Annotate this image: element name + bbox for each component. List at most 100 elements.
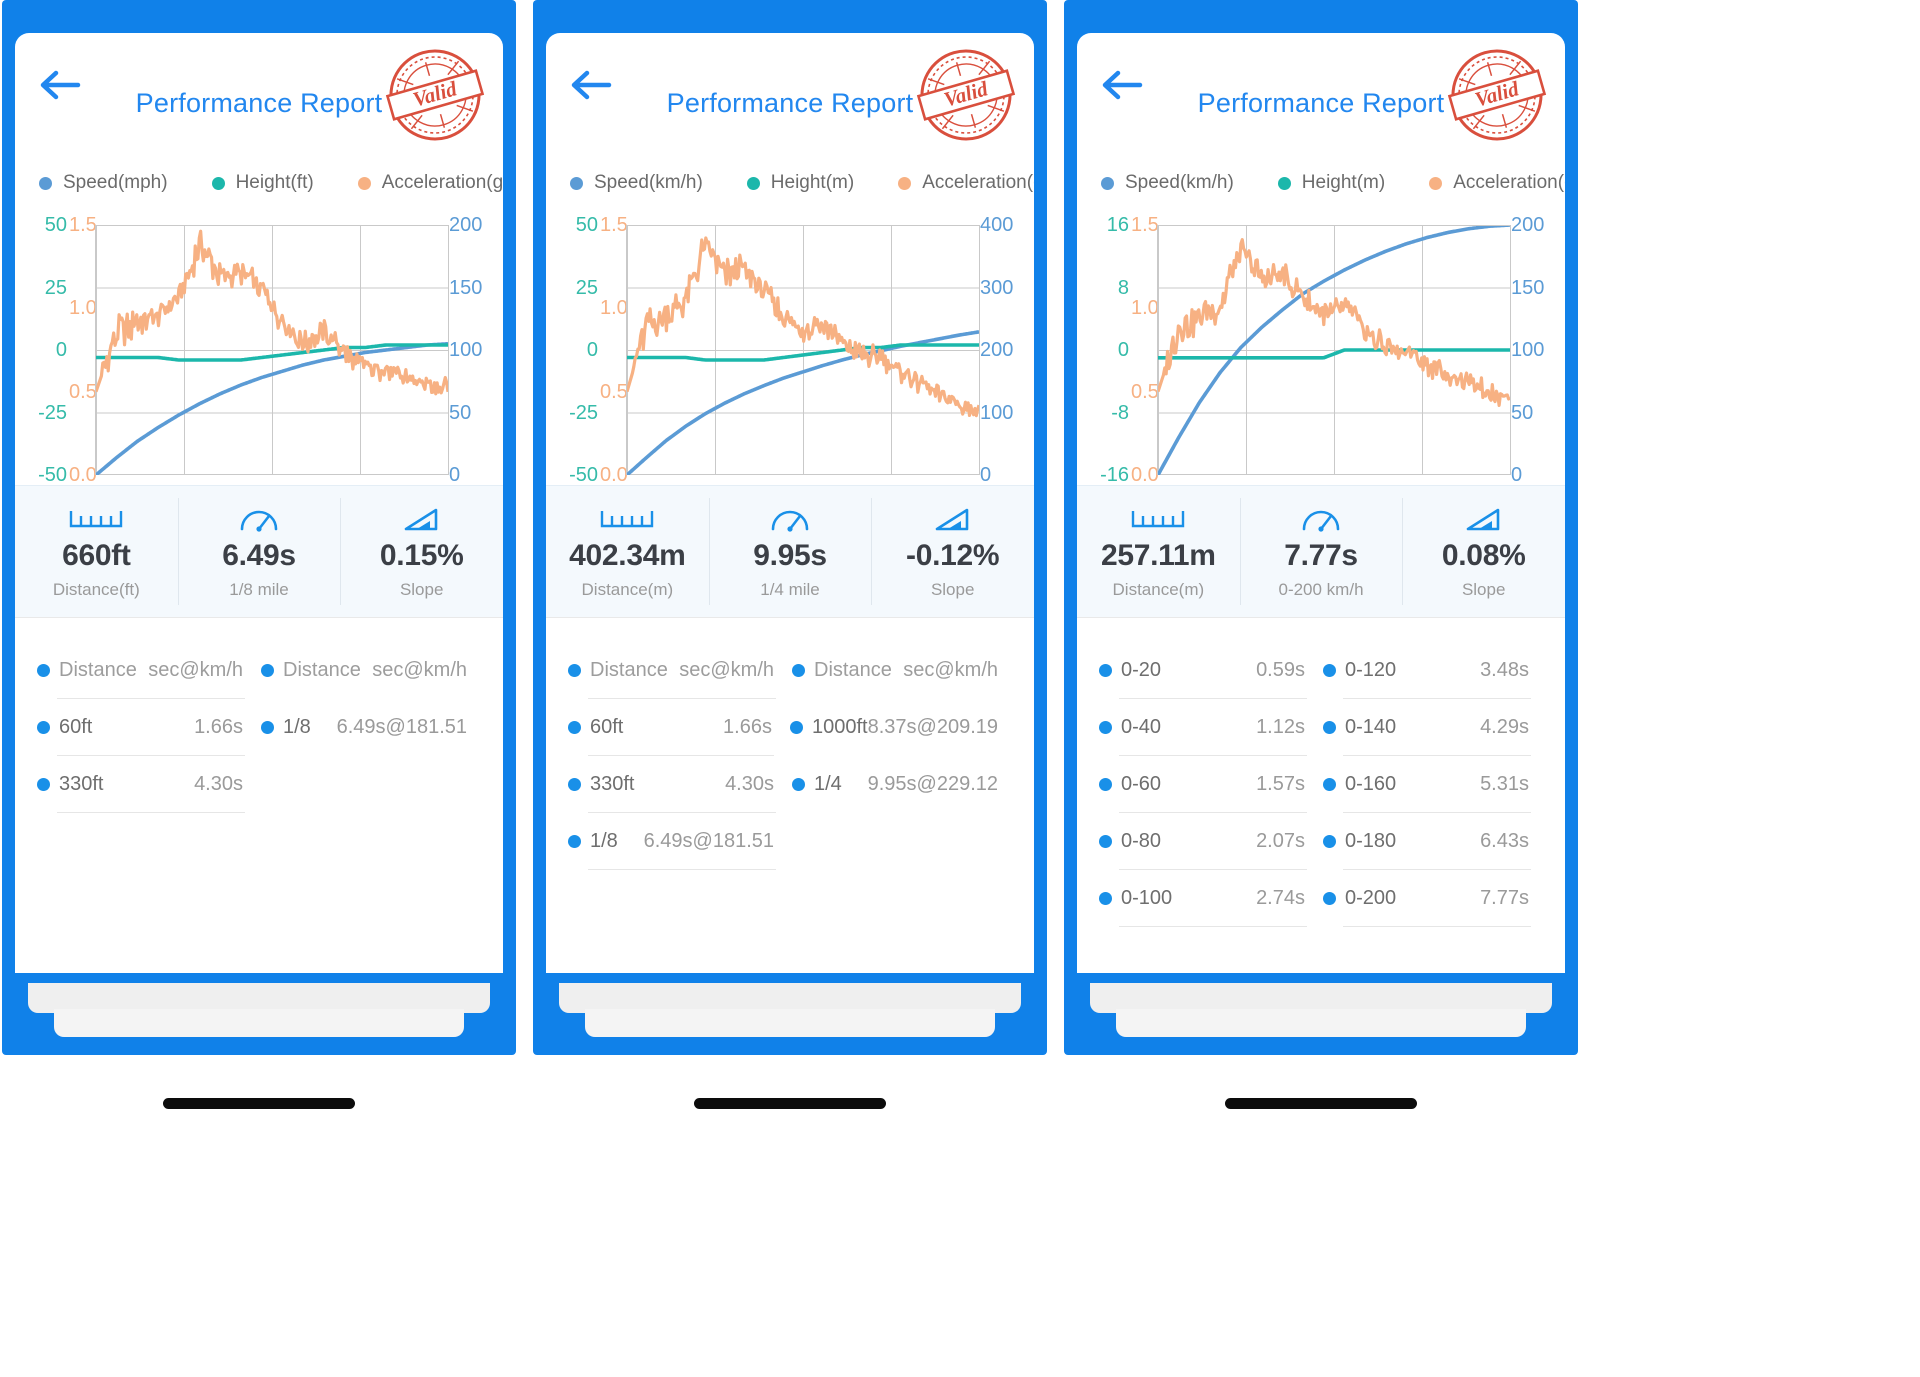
metric-time: 7.77s 0-200 km/h	[1239, 486, 1403, 617]
bullet-icon	[789, 721, 803, 734]
row-label: 0-80	[1121, 830, 1162, 852]
metric-value: 7.77s	[1284, 539, 1358, 572]
acceleration-dot-icon	[898, 176, 912, 190]
height-axis-ticks: 50 25 0 -25 -50	[21, 215, 67, 485]
axis-tick: 16	[1106, 214, 1129, 236]
ruler-icon	[1130, 503, 1186, 535]
chart-legend: Speed(km/h) Height(m) Acceleration(g)	[546, 161, 1034, 205]
legend-label-acceleration: Acceleration(g)	[1453, 172, 1565, 193]
row-label: 0-20	[1121, 659, 1162, 681]
row-value: 6.49s@181.51	[336, 716, 467, 738]
performance-chart: 16 8 0 -8 -16 1.5 1.0 0.5 0.0 200 150 10…	[1081, 215, 1557, 485]
speed-dot-icon	[1101, 176, 1114, 190]
performance-table: Distance sec@km/h Distance sec@km/h 60ft	[15, 618, 503, 973]
axis-tick: 200	[1511, 214, 1545, 236]
table-row: 0-100 2.74s 0-200 7.77s	[1097, 870, 1545, 927]
bullet-icon	[568, 835, 581, 848]
gauge-icon	[239, 503, 279, 535]
report-card: Performance Report Valid	[546, 33, 1034, 973]
bullet-icon	[792, 664, 805, 677]
table-cell-empty	[259, 756, 483, 813]
bullet-icon	[37, 778, 50, 791]
page-title: Performance Report	[666, 88, 914, 118]
axis-tick: 200	[980, 339, 1014, 361]
axis-tick: 1.0	[69, 297, 97, 320]
bullet-icon	[261, 721, 274, 734]
axis-tick: 1.0	[1131, 297, 1159, 320]
axis-tick: 50	[449, 401, 472, 424]
legend-label-height: Height(ft)	[235, 172, 314, 193]
speed-axis-ticks: 200 150 100 50 0	[1511, 215, 1557, 485]
row-value: 5.31s	[1480, 773, 1529, 795]
axis-tick: 25	[44, 276, 67, 299]
table-row: 60ft 1.66s 1/8 6.49s@181.51	[35, 699, 483, 756]
bullet-icon	[568, 721, 581, 734]
axis-tick: 150	[1511, 276, 1545, 299]
table-row: 0-60 1.57s 0-160 5.31s	[1097, 756, 1545, 813]
table-header-cell: Distance sec@km/h	[35, 642, 259, 699]
axis-tick: 100	[1511, 339, 1545, 361]
axis-tick: 1.5	[69, 214, 97, 236]
axis-tick: 8	[1117, 276, 1129, 299]
table-cell: 0-20 0.59s	[1097, 642, 1321, 699]
metric-label: 1/8 mile	[229, 580, 289, 599]
report-header: Performance Report Valid	[546, 33, 1034, 161]
legend-item-speed: Speed(km/h)	[1101, 172, 1234, 194]
table-cell: 0-80 2.07s	[1097, 813, 1321, 870]
bullet-icon	[1323, 721, 1336, 734]
table-header-row: Distance sec@km/h Distance sec@km/h	[566, 642, 1014, 699]
bullet-icon	[1099, 664, 1112, 677]
chart-plot-area	[95, 225, 449, 475]
stacked-sheet-front	[585, 1009, 995, 1037]
row-value: 1.57s	[1256, 773, 1305, 795]
bullet-icon	[1099, 835, 1112, 848]
table-row: 0-80 2.07s 0-180 6.43s	[1097, 813, 1545, 870]
height-axis-ticks: 16 8 0 -8 -16	[1083, 215, 1129, 485]
axis-tick: 0.0	[1131, 463, 1159, 486]
row-label: 0-140	[1345, 716, 1397, 738]
performance-table: 0-20 0.59s 0-120 3.48s 0-40 1.12s 0-140 …	[1077, 618, 1565, 973]
row-value: 6.49s@181.51	[643, 830, 774, 852]
metric-value: 9.95s	[753, 539, 827, 572]
metric-value: 257.11m	[1100, 539, 1216, 572]
row-value: 4.30s	[725, 773, 774, 795]
bullet-icon	[1323, 892, 1336, 905]
phone-screen-1: Performance Report Valid Speed(mph) Heig…	[2, 0, 516, 1055]
summary-metrics: 402.34m Distance(m) 9.95s 1/4 mile -0.12…	[546, 485, 1034, 618]
metric-label: 1/4 mile	[760, 580, 820, 599]
table-row: 330ft 4.30s	[35, 756, 483, 813]
report-header: Performance Report Valid	[15, 33, 503, 161]
axis-tick: 50	[575, 214, 598, 236]
legend-item-acceleration: Acceleration(g)	[1429, 172, 1565, 194]
table-cell: 1/8 6.49s@181.51	[259, 699, 483, 756]
bullet-icon	[261, 664, 274, 677]
legend-label-speed: Speed(km/h)	[594, 172, 703, 193]
metric-value: -0.12%	[906, 539, 1000, 572]
metric-value: 0.08%	[1441, 539, 1526, 572]
legend-label-acceleration: Acceleration(g)	[381, 172, 503, 193]
table-cell: 1/8 6.49s@181.51	[566, 813, 790, 870]
stacked-sheet-front	[54, 1009, 464, 1037]
column-header-name: Distance	[590, 659, 668, 681]
metric-time: 9.95s 1/4 mile	[708, 486, 872, 617]
row-value: 9.95s@229.12	[867, 773, 998, 795]
legend-item-acceleration: Acceleration(g)	[357, 172, 503, 194]
performance-chart: 50 25 0 -25 -50 1.5 1.0 0.5 0.0 400 300 …	[550, 215, 1026, 485]
axis-tick: 50	[44, 214, 67, 236]
metric-label: Slope	[930, 580, 975, 599]
table-cell: 1/4 9.95s@229.12	[790, 756, 1014, 813]
table-cell: 330ft 4.30s	[35, 756, 259, 813]
row-label: 1000ft	[811, 716, 868, 738]
home-indicator	[1225, 1098, 1417, 1109]
slope-icon	[934, 503, 972, 535]
legend-item-height: Height(ft)	[211, 172, 314, 194]
row-value: 1.12s	[1256, 716, 1305, 738]
bullet-icon	[1099, 721, 1112, 734]
bullet-icon	[1099, 778, 1112, 791]
row-label: 0-60	[1121, 773, 1162, 795]
legend-item-height: Height(m)	[746, 172, 854, 194]
axis-tick: 0.5	[600, 380, 628, 403]
speed-axis-ticks: 400 300 200 100 0	[980, 215, 1026, 485]
column-header-value: sec@km/h	[372, 659, 467, 681]
row-value: 2.74s	[1256, 887, 1305, 909]
